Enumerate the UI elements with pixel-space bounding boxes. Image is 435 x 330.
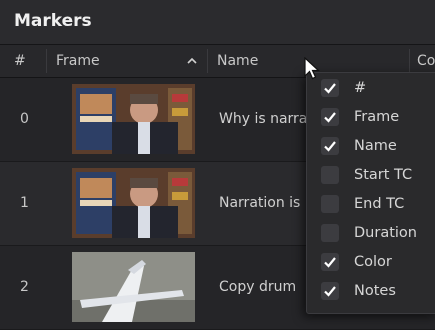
menu-item-label: Start TC [354,167,413,183]
checkbox[interactable] [321,224,339,242]
row-number: 0 [20,111,29,127]
checkbox[interactable] [321,137,339,155]
column-header-name[interactable]: Name [217,45,258,77]
menu-item-end-tc[interactable]: End TC [307,190,435,219]
menu-item-label: Duration [354,225,417,241]
menu-item-frame[interactable]: Frame [307,103,435,132]
column-header-num[interactable]: # [14,45,26,77]
menu-item-label: Color [354,254,392,270]
menu-item-label: Notes [354,283,396,299]
menu-item-start-tc[interactable]: Start TC [307,161,435,190]
column-divider[interactable] [46,49,47,73]
checkbox[interactable] [321,108,339,126]
frame-thumbnail [72,84,195,154]
menu-item-label: Frame [354,109,400,125]
check-icon [324,83,336,94]
menu-item-label: # [354,80,367,96]
checkbox[interactable] [321,79,339,97]
check-icon [324,286,336,297]
checkbox[interactable] [321,282,339,300]
marker-name[interactable]: Why is narra [219,78,307,161]
menu-item-color[interactable]: Color [307,248,435,277]
check-icon [324,141,336,152]
menu-item-duration[interactable]: Duration [307,219,435,248]
mouse-pointer-icon [304,57,321,80]
chevron-up-icon[interactable] [186,55,198,67]
menu-item-notes[interactable]: Notes [307,277,435,306]
column-divider[interactable] [207,49,208,73]
checkbox[interactable] [321,253,339,271]
check-icon [324,257,336,268]
column-visibility-menu: # Frame Name Start TC End TC Duration Co… [306,72,435,314]
panel-title-bar: Markers [0,0,435,45]
panel-title: Markers [14,11,92,31]
column-header-frame[interactable]: Frame [56,45,100,77]
menu-item-label: Name [354,138,397,154]
row-number: 2 [20,279,29,295]
checkbox[interactable] [321,195,339,213]
row-number: 1 [20,195,29,211]
marker-name[interactable]: Copy drum [219,246,296,329]
check-icon [324,112,336,123]
menu-item-name[interactable]: Name [307,132,435,161]
checkbox[interactable] [321,166,339,184]
marker-name[interactable]: Narration is [219,162,300,245]
column-divider[interactable] [409,49,410,73]
frame-thumbnail [72,168,195,238]
menu-item-label: End TC [354,196,405,212]
frame-thumbnail [72,252,195,322]
menu-item-num[interactable]: # [307,74,435,103]
